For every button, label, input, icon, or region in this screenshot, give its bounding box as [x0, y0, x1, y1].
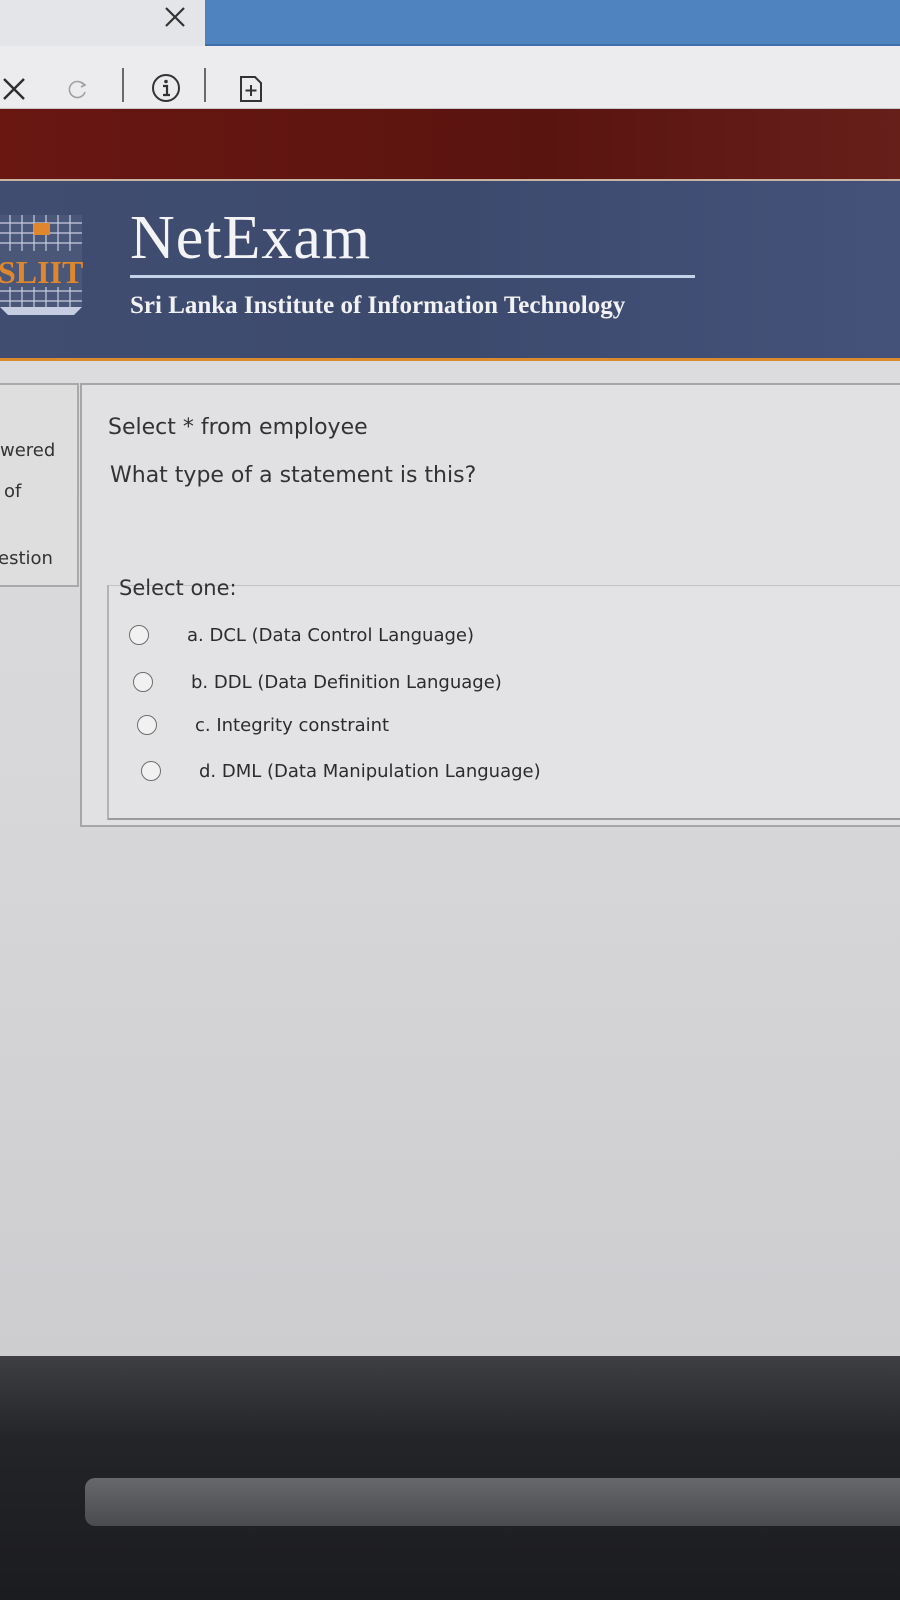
option-label: d. DML (Data Manipulation Language) [199, 760, 541, 782]
header-divider [130, 275, 695, 278]
site-top-bar [0, 109, 900, 181]
answer-option-b[interactable]: b. DDL (Data Definition Language) [129, 665, 829, 699]
question-info-panel: wered of estion [0, 383, 79, 587]
site-header: SLIIT NetExam Sri Lanka Institute of Inf… [0, 181, 900, 361]
new-tab-icon[interactable] [236, 74, 266, 104]
info-icon[interactable] [150, 72, 182, 104]
radio-option-a[interactable] [129, 625, 149, 645]
option-label: a. DCL (Data Control Language) [187, 624, 475, 646]
answer-area: Select one: a. DCL (Data Control Languag… [107, 576, 900, 820]
select-one-prompt: Select one: [119, 576, 237, 600]
answer-option-a[interactable]: a. DCL (Data Control Language) [127, 618, 827, 652]
active-tab[interactable] [205, 0, 900, 46]
info-status-text: wered [0, 440, 56, 461]
answer-option-c[interactable]: c. Integrity constraint [131, 708, 831, 742]
institute-name: Sri Lanka Institute of Information Techn… [130, 292, 626, 319]
toolbar-separator [204, 68, 206, 102]
radio-option-d[interactable] [141, 761, 161, 781]
question-text-line2: What type of a statement is this? [110, 463, 477, 488]
stop-icon[interactable] [0, 75, 28, 103]
info-mark-text: of [4, 481, 22, 502]
laptop-bezel-edge [85, 1478, 900, 1526]
app-title: NetExam [130, 204, 372, 272]
toolbar-separator [122, 68, 124, 102]
info-flag-text[interactable]: estion [0, 548, 53, 569]
question-text-line1: Select * from employee [108, 415, 368, 440]
radio-option-c[interactable] [137, 715, 157, 735]
logo-text: SLIIT [0, 254, 83, 290]
radio-option-b[interactable] [133, 672, 153, 692]
reload-icon[interactable] [66, 77, 90, 101]
sliit-logo: SLIIT [0, 211, 86, 317]
tab-close-icon[interactable] [160, 2, 190, 32]
question-box: Select * from employee What type of a st… [80, 383, 900, 827]
browser-toolbar [0, 46, 900, 109]
option-label: b. DDL (Data Definition Language) [191, 671, 502, 693]
answer-option-d[interactable]: d. DML (Data Manipulation Language) [133, 754, 833, 788]
option-label: c. Integrity constraint [195, 714, 390, 736]
